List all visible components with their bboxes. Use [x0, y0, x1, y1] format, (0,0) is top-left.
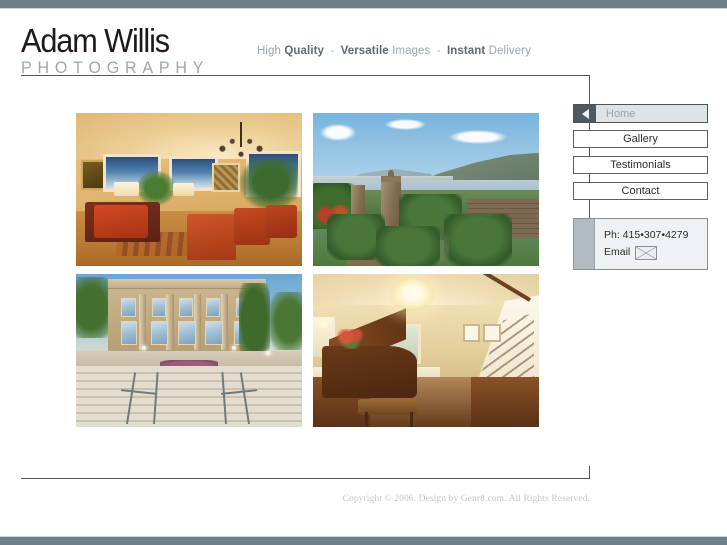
tagline-word-2: Images — [392, 45, 431, 57]
tagline-bold-1: Quality — [284, 45, 325, 57]
tagline-word-1: High — [257, 45, 282, 57]
envelope-icon[interactable] — [635, 245, 658, 260]
nav-item-testimonials-label: Testimonials — [610, 159, 671, 171]
site-logo[interactable]: Adam Willis PHOTOGRAPHY — [21, 22, 221, 78]
copyright-text: Copyright © 2006. Design by Genr8.com. A… — [342, 494, 590, 504]
top-accent-bar — [0, 0, 727, 9]
email-link[interactable]: Email — [604, 244, 707, 261]
tagline: High Quality - Versatile Images - Instan… — [257, 45, 531, 57]
nav-item-home-label: Home — [596, 105, 707, 122]
gallery-photo-2[interactable] — [313, 113, 539, 266]
email-label: Email — [604, 246, 631, 258]
header-divider-horizontal — [21, 75, 590, 76]
nav-item-contact[interactable]: Contact — [573, 182, 708, 200]
nav-item-testimonials[interactable]: Testimonials — [573, 156, 708, 174]
logo-name: Adam Willis — [21, 22, 170, 59]
tagline-separator-2: - — [436, 45, 441, 57]
gallery-photo-4[interactable] — [313, 274, 539, 427]
nav-item-home[interactable]: Home — [573, 104, 708, 123]
gallery-photo-1[interactable] — [76, 113, 302, 266]
gallery-photo-3[interactable] — [76, 274, 302, 427]
photo-gallery-grid — [76, 113, 539, 427]
nav-item-gallery[interactable]: Gallery — [573, 130, 708, 148]
nav-item-contact-label: Contact — [621, 185, 660, 197]
tagline-separator-1: - — [330, 45, 335, 57]
tagline-bold-2: Versatile — [340, 45, 389, 57]
nav-item-gallery-label: Gallery — [623, 133, 658, 145]
tagline-word-3: Delivery — [488, 45, 531, 57]
phone-number: Ph: 415•307•4279 — [604, 229, 689, 241]
bottom-accent-bar — [0, 536, 727, 545]
contact-box-accent-strip — [574, 219, 595, 269]
footer-divider-horizontal — [21, 478, 590, 479]
left-triangle-icon — [574, 105, 596, 122]
contact-info-body: Ph: 415•307•4279 Email — [595, 219, 707, 269]
tagline-bold-3: Instant — [446, 45, 486, 57]
contact-info-box: Ph: 415•307•4279 Email — [573, 218, 708, 270]
